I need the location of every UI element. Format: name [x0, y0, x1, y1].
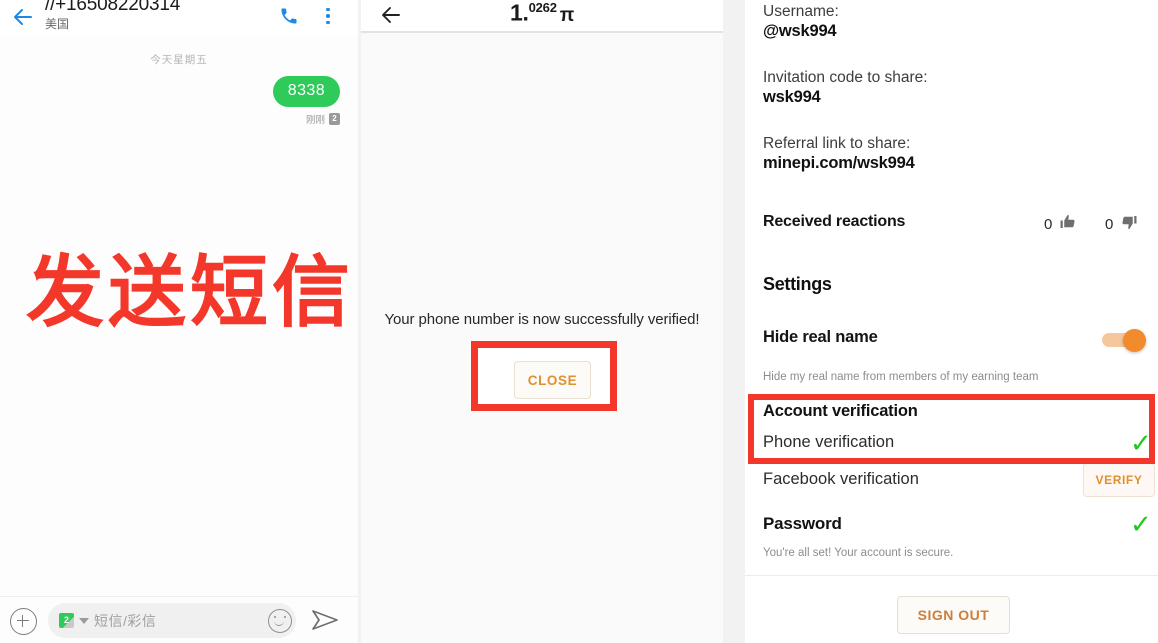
chevron-down-icon[interactable] [79, 617, 89, 624]
conversation-subtitle: 美国 [45, 17, 70, 31]
thumbs-up-icon [1059, 213, 1077, 235]
pi-symbol: π [559, 4, 575, 26]
plus-icon[interactable] [10, 608, 37, 635]
invitation-code-value[interactable]: wsk994 [763, 87, 928, 108]
back-arrow-icon[interactable] [10, 4, 36, 30]
verification-success-message: Your phone number is now successfully ve… [384, 311, 700, 328]
username-label: Username: [763, 3, 839, 20]
sms-app-panel: //+16508220314 美国 今天星期五 8338 刚刚 2 发送短信 2… [0, 0, 358, 643]
message-time: 刚刚 [305, 115, 325, 126]
settings-section-title: Settings [763, 274, 832, 294]
referral-link-value[interactable]: minepi.com/wsk994 [763, 153, 915, 174]
verify-header: 1.0262 π [361, 0, 723, 33]
hide-real-name-label: Hide real name [763, 328, 878, 346]
balance-decimals: 0262 [528, 0, 557, 15]
balance-integer: 1. [510, 0, 529, 26]
section-divider [745, 575, 1158, 576]
thumbs-down-icon [1120, 213, 1138, 235]
message-input-placeholder: 短信/彩信 [94, 612, 157, 629]
message-input-field[interactable]: 2 短信/彩信 [48, 603, 296, 638]
sms-conversation-body: 今天星期五 8338 刚刚 2 发送短信 [0, 36, 358, 596]
sms-input-bar: 2 短信/彩信 [0, 596, 358, 643]
date-separator: 今天星期五 [150, 54, 208, 66]
overflow-menu-icon[interactable] [316, 2, 340, 30]
send-icon[interactable] [310, 607, 340, 638]
hide-real-name-row: Hide real name [763, 328, 1158, 354]
invitation-code-row: Invitation code to share: wsk994 [763, 68, 928, 108]
verification-panel: 1.0262π 认证成功 Your phone number is now su… [361, 0, 723, 643]
annotation-stamp-send-sms: 发送短信 [26, 248, 355, 338]
referral-link-row: Referral link to share: minepi.com/wsk99… [763, 134, 915, 174]
conversation-title: //+16508220314 [45, 0, 181, 15]
username-value: @wsk994 [763, 22, 837, 40]
annotation-box-close-button: CLOSE [471, 341, 617, 411]
sign-out-button[interactable]: SIGN OUT [897, 596, 1010, 634]
sim-indicator-icon: 2 [329, 113, 340, 125]
close-button[interactable]: CLOSE [514, 361, 591, 399]
invitation-code-label: Invitation code to share: [763, 69, 928, 86]
likes-group: 0 [1044, 213, 1077, 235]
green-check-icon-password: ✓ [1130, 509, 1152, 539]
password-label[interactable]: Password [763, 514, 842, 534]
sim-badge-icon[interactable]: 2 [59, 613, 74, 628]
received-reactions-label: Received reactions [763, 213, 906, 230]
emoji-icon[interactable] [268, 609, 292, 633]
message-bubble[interactable]: 8338 [272, 76, 340, 107]
toggle-knob [1123, 329, 1146, 352]
sms-header: //+16508220314 美国 [0, 0, 358, 37]
likes-count: 0 [1044, 215, 1053, 233]
password-description: You're all set! Your account is secure. [763, 547, 954, 559]
pi-balance-title: 1.0262 π [361, 0, 723, 30]
message-row-outgoing: 8338 刚刚 2 [272, 76, 340, 126]
phone-call-icon[interactable] [275, 2, 303, 30]
profile-settings-panel: Username: @wsk994 Invitation code to sha… [745, 0, 1158, 643]
dislikes-group: 0 [1105, 213, 1138, 235]
dislikes-count: 0 [1105, 215, 1114, 233]
facebook-verification-label[interactable]: Facebook verification [763, 470, 919, 489]
message-meta: 刚刚 2 [273, 112, 340, 126]
facebook-verify-button[interactable]: VERIFY [1083, 463, 1155, 497]
username-row: Username: @wsk994 [763, 2, 839, 42]
received-reactions-row: Received reactions 0 0 [763, 213, 1158, 239]
screenshot-stage: //+16508220314 美国 今天星期五 8338 刚刚 2 发送短信 2… [0, 0, 1158, 643]
hide-real-name-description: Hide my real name from members of my ear… [763, 371, 1039, 383]
hide-real-name-toggle[interactable] [1102, 329, 1146, 352]
referral-link-label: Referral link to share: [763, 135, 911, 152]
annotation-box-account-verification [748, 394, 1155, 464]
